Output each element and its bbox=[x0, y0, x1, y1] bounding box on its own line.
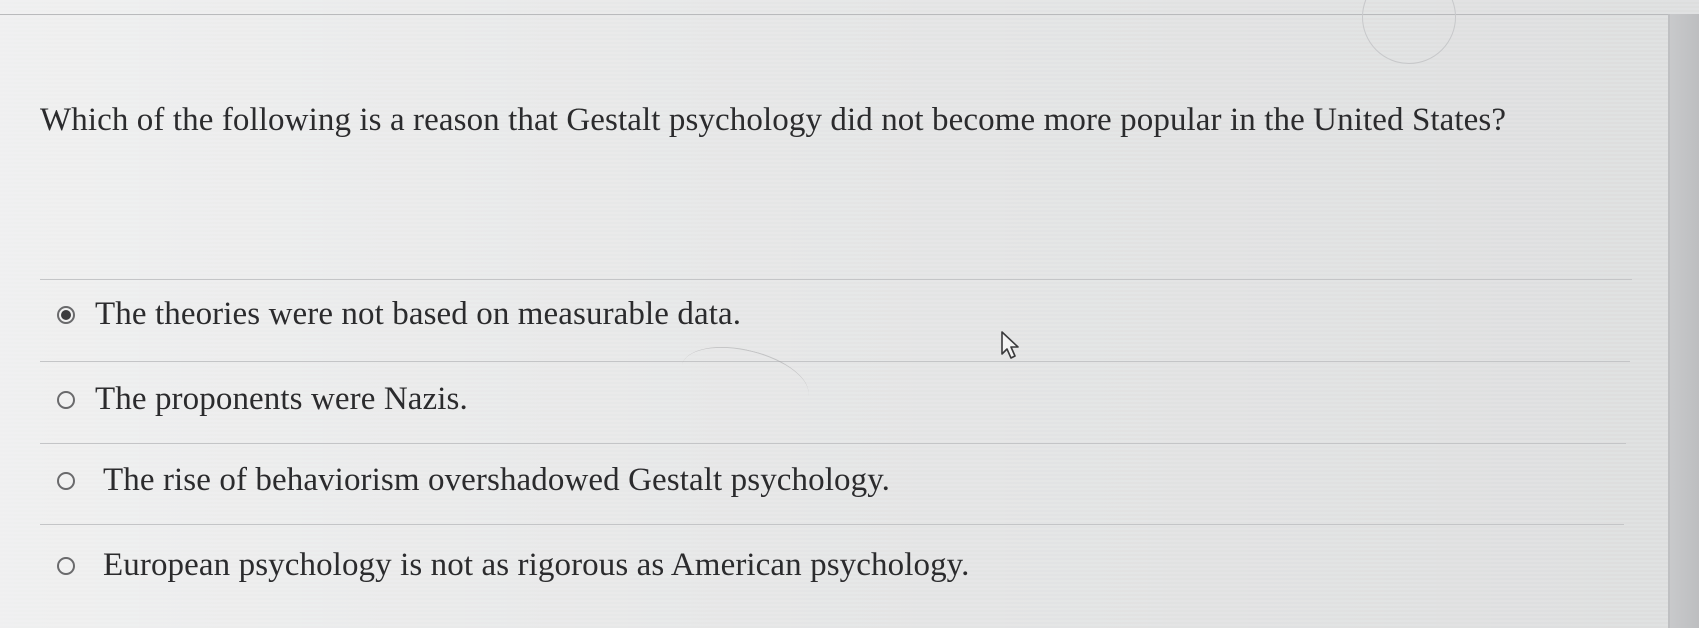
answer-option-label: The proponents were Nazis. bbox=[95, 381, 468, 417]
option-divider bbox=[40, 279, 1632, 280]
radio-button-icon[interactable] bbox=[57, 556, 75, 575]
mouse-pointer-icon bbox=[1001, 331, 1019, 359]
radio-button-icon[interactable] bbox=[57, 390, 75, 409]
radio-button-selected-icon[interactable] bbox=[57, 305, 75, 324]
option-divider bbox=[40, 524, 1624, 525]
question-text: Which of the following is a reason that … bbox=[40, 102, 1507, 138]
screen-glare bbox=[674, 335, 816, 426]
answer-option-label: European psychology is not as rigorous a… bbox=[103, 547, 970, 583]
option-divider bbox=[40, 361, 1630, 362]
answer-option-2[interactable]: The proponents were Nazis. bbox=[57, 381, 468, 418]
decorative-circle bbox=[1362, 0, 1456, 64]
answer-option-4[interactable]: European psychology is not as rigorous a… bbox=[57, 547, 970, 584]
option-divider bbox=[40, 443, 1626, 444]
radio-button-icon[interactable] bbox=[57, 471, 75, 490]
panel-right-shade bbox=[1670, 14, 1699, 628]
answer-option-3[interactable]: The rise of behaviorism overshadowed Ges… bbox=[57, 462, 890, 499]
quiz-screen: Which of the following is a reason that … bbox=[0, 0, 1699, 628]
answer-option-label: The theories were not based on measurabl… bbox=[95, 296, 742, 332]
answer-option-1[interactable]: The theories were not based on measurabl… bbox=[57, 296, 741, 333]
answer-option-label: The rise of behaviorism overshadowed Ges… bbox=[103, 462, 891, 498]
